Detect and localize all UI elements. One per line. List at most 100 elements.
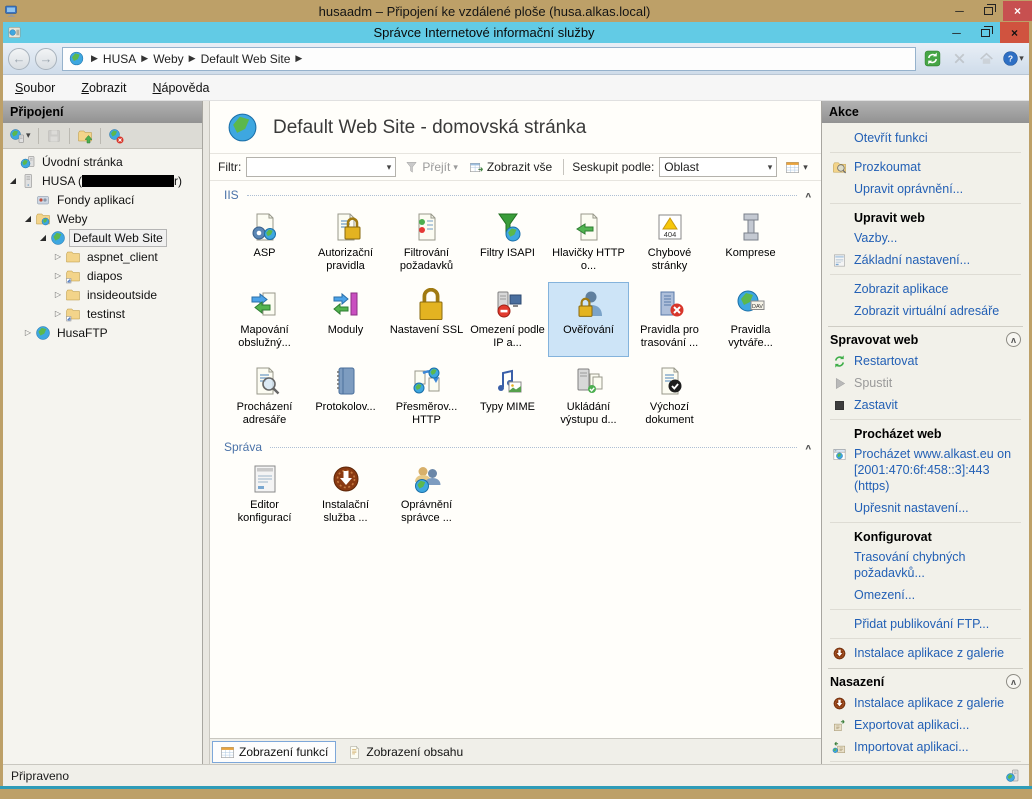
tree-node-diapos[interactable]: ▷diapos <box>3 266 202 285</box>
start-page-icon <box>20 154 36 170</box>
section-collapse-icon[interactable]: ʌ <box>805 443 811 452</box>
crumb-separator-icon: ▶ <box>88 53 101 64</box>
tab-content-view[interactable]: Zobrazení obsahu <box>340 741 470 763</box>
feature-tile-dir-browse[interactable]: Procházení adresáře <box>224 359 305 434</box>
app-minimize-button[interactable]: ─ <box>942 22 971 43</box>
menu-item-zobrazit[interactable]: Zobrazit <box>81 81 126 95</box>
feature-tile-authoring[interactable]: DAVPravidla vytváře... <box>710 282 791 357</box>
feature-tile-webpi[interactable]: Instalační služba ... <box>305 457 386 532</box>
action-link[interactable]: Základní nastavení... <box>854 252 970 268</box>
tree-node-husa[interactable]: ◢HUSA (r) <box>3 171 202 190</box>
compression-icon <box>735 211 767 243</box>
feature-tile-handler-map[interactable]: Mapování obslužný... <box>224 282 305 357</box>
action-link[interactable]: Vazby... <box>854 230 897 246</box>
feature-tile-authentication[interactable]: Ověřování <box>548 282 629 357</box>
action-link[interactable]: Trasování chybných požadavků... <box>854 549 1023 581</box>
feature-tile-config-editor[interactable]: Editor konfigurací <box>224 457 305 532</box>
feature-tile-logging[interactable]: Protokolov... <box>305 359 386 434</box>
action-link[interactable]: Restartovat <box>854 353 918 369</box>
back-button[interactable]: ← <box>8 48 30 70</box>
group-collapse-icon[interactable]: ʌ <box>1006 674 1021 689</box>
feature-tile-ssl[interactable]: Nastavení SSL <box>386 282 467 357</box>
rdp-close-button[interactable]: × <box>1003 1 1032 21</box>
group-collapse-icon[interactable]: ʌ <box>1006 332 1021 347</box>
group-by-value: Oblast <box>664 160 699 174</box>
tree-node-aspnet_client[interactable]: ▷aspnet_client <box>3 247 202 266</box>
folder-link-icon <box>65 306 81 322</box>
breadcrumb-item[interactable]: HUSA <box>101 52 138 66</box>
breadcrumb-item[interactable]: Weby <box>151 52 185 66</box>
view-tabs: Zobrazení funkcíZobrazení obsahu <box>210 738 821 764</box>
feature-tile-http-headers[interactable]: Hlavičky HTTP o... <box>548 205 629 280</box>
action-link[interactable]: Prozkoumat <box>854 159 921 175</box>
forward-button[interactable]: → <box>35 48 57 70</box>
action-link[interactable]: Zastavit <box>854 397 898 413</box>
feature-tile-auth-rules[interactable]: Autorizační pravidla <box>305 205 386 280</box>
up-button[interactable] <box>75 126 95 146</box>
server-globe-icon <box>1005 768 1021 784</box>
section-collapse-icon[interactable]: ʌ <box>805 191 811 200</box>
feature-tile-default-doc[interactable]: Výchozí dokument <box>629 359 710 434</box>
action-item: Přidat publikování FTP... <box>828 613 1023 635</box>
feature-tile-iis-perm[interactable]: Oprávnění správce ... <box>386 457 467 532</box>
tab-features-view[interactable]: Zobrazení funkcí <box>212 741 336 763</box>
feature-tile-redirect[interactable]: Přesměrov... HTTP <box>386 359 467 434</box>
action-link[interactable]: Otevřít funkci <box>854 130 928 146</box>
create-connection-button[interactable]: ▾ <box>7 126 33 146</box>
tree-expander-icon[interactable]: ◢ <box>7 176 19 185</box>
tree-node-uvodni-stranka[interactable]: Úvodní stránka <box>3 152 202 171</box>
breadcrumb-item[interactable]: Default Web Site <box>199 52 293 66</box>
feature-tile-ip-restrict[interactable]: Omezení podle IP a... <box>467 282 548 357</box>
app-close-button[interactable]: × <box>1000 22 1029 43</box>
tree-expander-icon[interactable]: ▷ <box>52 252 64 261</box>
action-link[interactable]: Procházet www.alkast.eu on [2001:470:6f:… <box>854 446 1023 494</box>
feature-tile-isapi[interactable]: Filtry ISAPI <box>467 205 548 280</box>
tree-node-fondy-aplikaci[interactable]: Fondy aplikací <box>3 190 202 209</box>
tree-expander-icon[interactable]: ▷ <box>52 290 64 299</box>
tree-node-husaftp[interactable]: ▷HusaFTP <box>3 323 202 342</box>
action-link[interactable]: Exportovat aplikaci... <box>854 717 969 733</box>
action-link[interactable]: Zobrazit aplikace <box>854 281 949 297</box>
tree-expander-icon[interactable]: ▷ <box>52 309 64 318</box>
tree-node-testinst[interactable]: ▷testinst <box>3 304 202 323</box>
feature-tile-req-filter[interactable]: Filtrování požadavků <box>386 205 467 280</box>
tree-expander-icon[interactable]: ▷ <box>22 328 34 337</box>
tree-expander-icon[interactable]: ▷ <box>52 271 64 280</box>
feature-tile-tracing[interactable]: Pravidla pro trasování ... <box>629 282 710 357</box>
action-link[interactable]: Upřesnit nastavení... <box>854 500 969 516</box>
actions-separator <box>830 203 1021 204</box>
feature-tile-compression[interactable]: Komprese <box>710 205 791 280</box>
tree-expander-icon[interactable]: ◢ <box>37 233 49 242</box>
refresh-button[interactable] <box>921 48 943 70</box>
action-link[interactable]: Přidat publikování FTP... <box>854 616 989 632</box>
help-button[interactable]: ?▾ <box>1002 48 1024 70</box>
menu-item-soubor[interactable]: Soubor <box>15 81 55 95</box>
action-link[interactable]: Upravit oprávnění... <box>854 181 963 197</box>
feature-tile-modules[interactable]: Moduly <box>305 282 386 357</box>
show-all-button[interactable]: Zobrazit vše <box>466 157 555 177</box>
action-link[interactable]: Instalace aplikace z galerie <box>854 695 1004 711</box>
tree-node-insideoutside[interactable]: ▷insideoutside <box>3 285 202 304</box>
breadcrumb[interactable]: ▶HUSA▶Weby▶Default Web Site▶ <box>62 47 916 71</box>
tree-node-weby[interactable]: ◢Weby <box>3 209 202 228</box>
tree-node-default-web-site[interactable]: ◢Default Web Site <box>3 228 202 247</box>
menu-item-napoveda[interactable]: Nápověda <box>153 81 210 95</box>
rdp-minimize-button[interactable]: ─ <box>945 1 974 21</box>
app-restore-button[interactable] <box>971 22 1000 43</box>
feature-tile-asp[interactable]: ASP <box>224 205 305 280</box>
action-link[interactable]: Instalace aplikace z galerie <box>854 645 1004 661</box>
filter-input[interactable]: ▾ <box>246 157 396 177</box>
view-grid-icon <box>785 160 800 175</box>
rdp-restore-button[interactable] <box>974 1 1003 21</box>
view-mode-button[interactable]: ▾ <box>782 157 811 177</box>
feature-tile-mime[interactable]: Typy MIME <box>467 359 548 434</box>
feature-tile-error-pages[interactable]: 404Chybové stránky <box>629 205 710 280</box>
tree-expander-icon[interactable]: ◢ <box>22 214 34 223</box>
action-link[interactable]: Zobrazit virtuální adresáře <box>854 303 999 319</box>
crumb-separator-icon: ▶ <box>292 53 305 64</box>
feature-tile-output-cache[interactable]: Ukládání výstupu d... <box>548 359 629 434</box>
group-by-select[interactable]: Oblast▾ <box>659 157 777 177</box>
action-link[interactable]: Omezení... <box>854 587 915 603</box>
action-link[interactable]: Importovat aplikaci... <box>854 739 969 755</box>
delete-connection-button[interactable] <box>106 126 126 146</box>
